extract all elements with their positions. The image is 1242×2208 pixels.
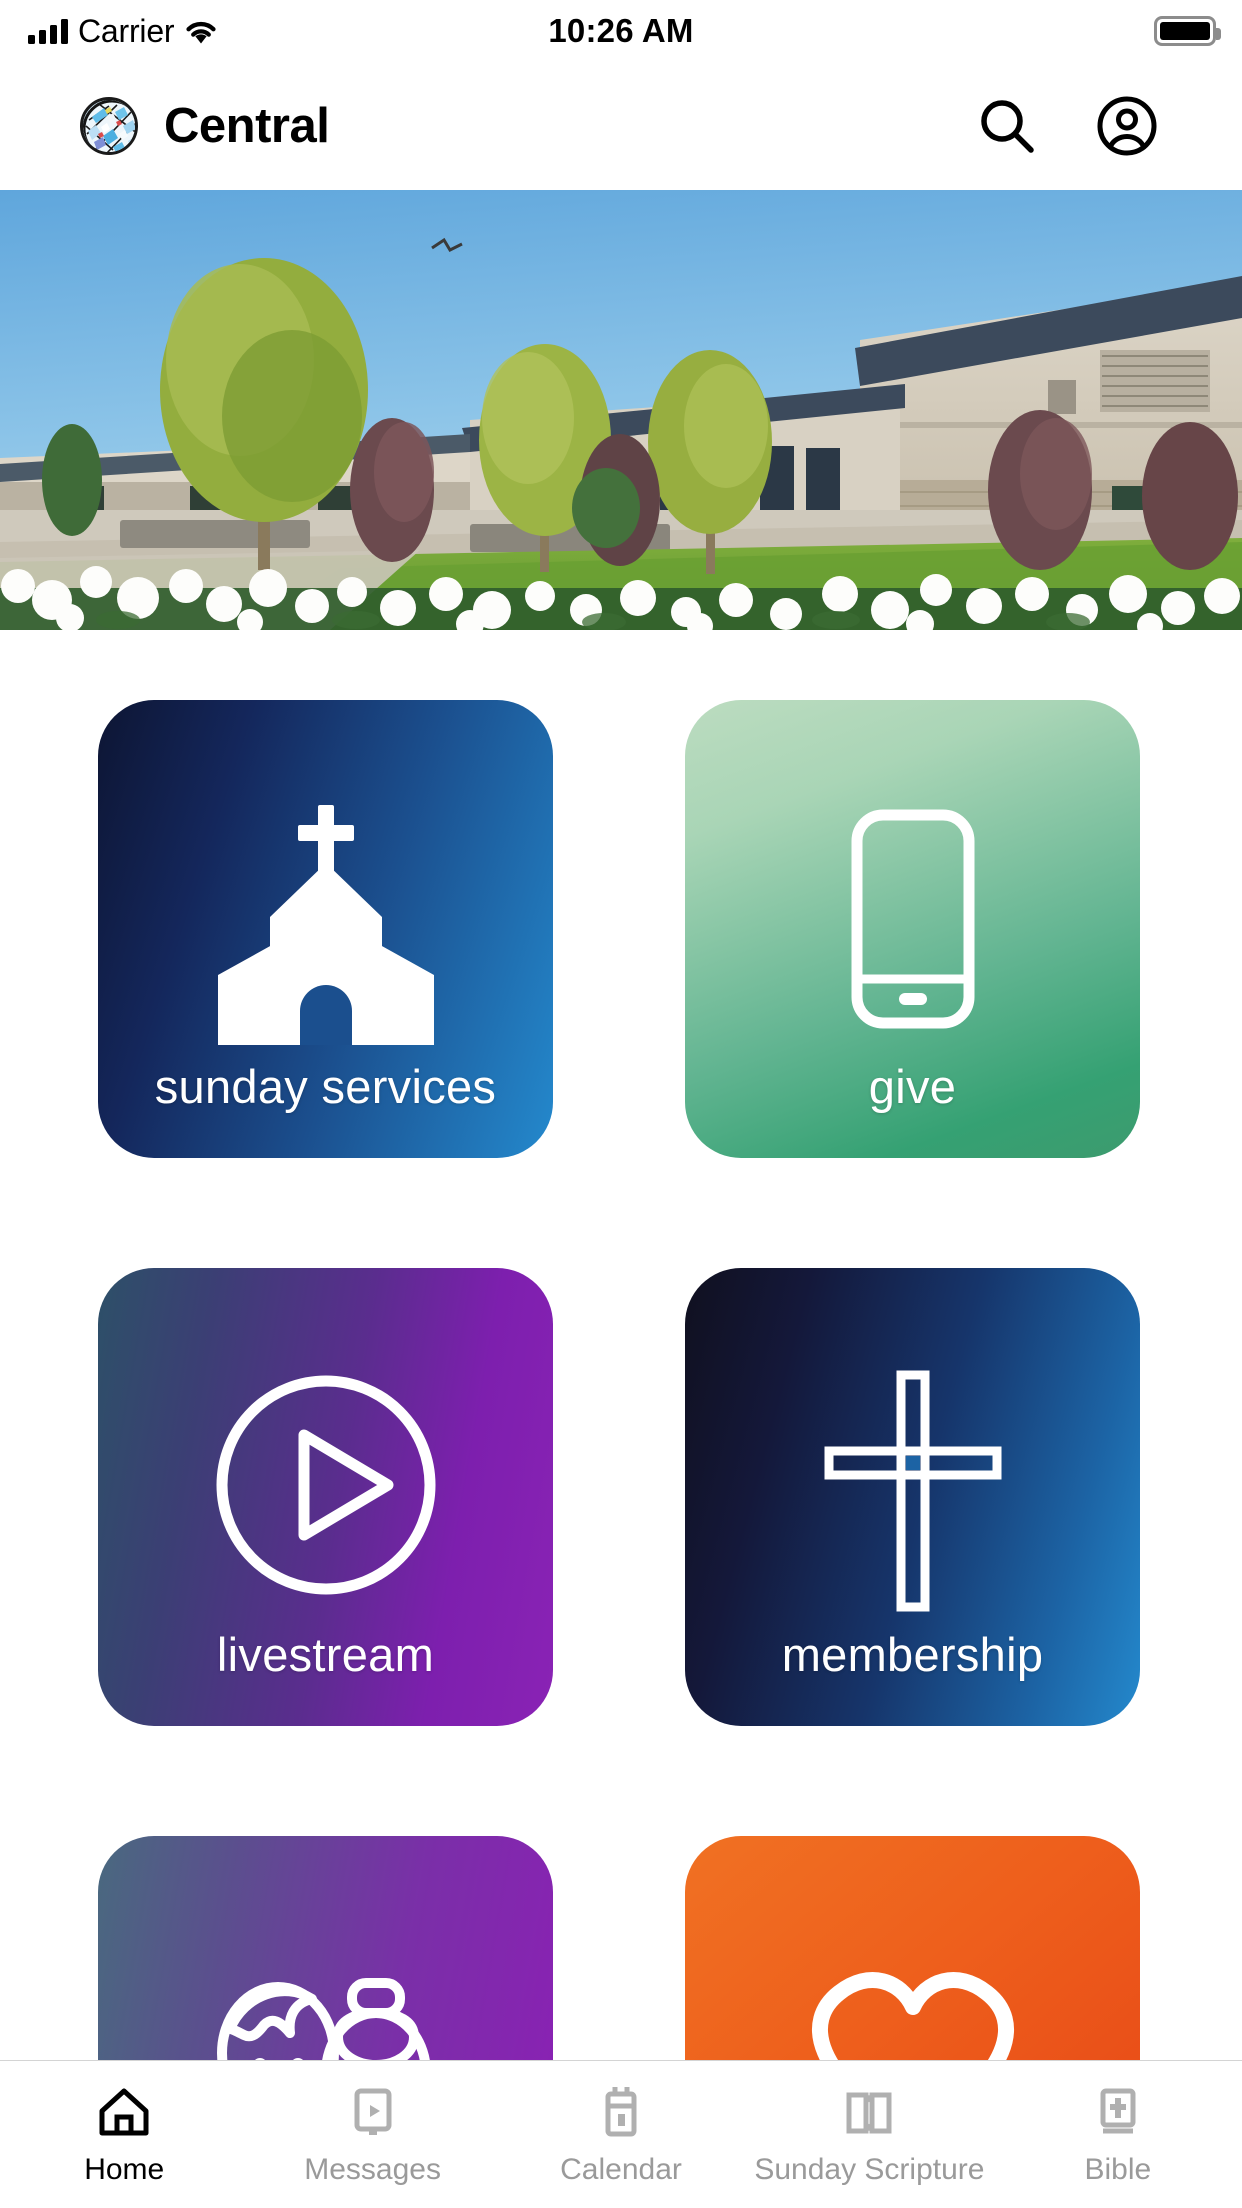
tile-livestream[interactable]: livestream xyxy=(98,1268,553,1726)
app-root: Carrier 10:26 AM Central sunday services… xyxy=(0,0,1242,2208)
calendar-icon xyxy=(592,2083,650,2141)
tab-label: Sunday Scripture xyxy=(754,2153,985,2186)
header-brand: Central xyxy=(80,97,330,155)
tile-label: livestream xyxy=(216,1628,435,1681)
tile-membership[interactable]: membership xyxy=(685,1268,1140,1726)
tile-sunday-services[interactable]: sunday services xyxy=(98,700,553,1158)
tile-label: membership xyxy=(781,1628,1044,1681)
status-bar-clock: 10:26 AM xyxy=(548,12,694,49)
feature-tile-grid: sunday services give livestream membersh… xyxy=(0,700,1242,2208)
tab-label: Home xyxy=(84,2153,165,2186)
tile-label: sunday services xyxy=(154,1060,497,1113)
search-icon[interactable] xyxy=(976,95,1038,157)
tile-give[interactable]: give xyxy=(685,700,1140,1158)
tab-bible[interactable]: Bible xyxy=(994,2083,1242,2187)
status-bar: Carrier 10:26 AM xyxy=(0,0,1242,62)
stained-glass-logo-icon xyxy=(80,97,138,155)
home-icon xyxy=(95,2083,153,2141)
app-header: Central xyxy=(0,62,1242,190)
tile-label: give xyxy=(868,1060,957,1113)
tab-label: Calendar xyxy=(560,2153,682,2186)
tab-home[interactable]: Home xyxy=(0,2083,248,2187)
account-circle-icon[interactable] xyxy=(1096,95,1158,157)
bottom-tab-bar: Home Messages Calendar Sunday Scripture … xyxy=(0,2060,1242,2208)
tab-label: Bible xyxy=(1084,2153,1152,2186)
book-icon xyxy=(840,2083,898,2141)
bible-icon xyxy=(1089,2083,1147,2141)
tab-label: Messages xyxy=(304,2153,441,2186)
header-actions xyxy=(976,95,1158,157)
tab-messages[interactable]: Messages xyxy=(248,2083,496,2187)
battery-full-icon xyxy=(1154,16,1221,46)
messages-icon xyxy=(344,2083,402,2141)
tab-calendar[interactable]: Calendar xyxy=(497,2083,745,2187)
church-campus-photo xyxy=(0,190,1242,630)
tab-sunday-scripture[interactable]: Sunday Scripture xyxy=(745,2083,993,2187)
page-title: Central xyxy=(164,99,330,153)
